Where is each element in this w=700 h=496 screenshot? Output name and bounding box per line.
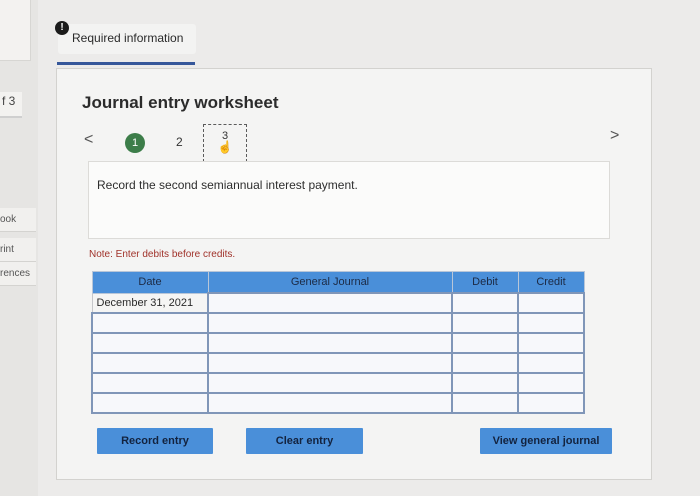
table-row xyxy=(91,352,585,374)
account-input[interactable] xyxy=(207,392,453,414)
sidebar-item-references[interactable]: rences xyxy=(0,262,36,286)
table-row xyxy=(91,392,585,414)
debit-input[interactable] xyxy=(451,352,519,374)
next-arrow-icon[interactable]: > xyxy=(610,127,619,145)
view-general-journal-button[interactable]: View general journal xyxy=(480,428,612,454)
table-row xyxy=(91,312,585,334)
step-1-button[interactable]: 1 xyxy=(125,133,145,153)
pointer-hand-icon: ☝ xyxy=(217,140,233,154)
sidebar-question-number[interactable]: f 3 xyxy=(0,92,22,118)
step-3-button[interactable]: 3 ☝ xyxy=(203,124,247,162)
account-input[interactable] xyxy=(207,332,453,354)
column-header-general-journal: General Journal xyxy=(207,271,453,294)
credit-input[interactable] xyxy=(517,292,585,314)
table-row xyxy=(91,332,585,354)
date-cell xyxy=(91,312,209,334)
step-2-button[interactable]: 2 xyxy=(176,135,183,149)
instruction-text: Record the second semiannual interest pa… xyxy=(97,178,358,192)
date-cell xyxy=(91,332,209,354)
debit-input[interactable] xyxy=(451,292,519,314)
alert-icon: ! xyxy=(55,21,69,35)
page-title: Journal entry worksheet xyxy=(82,93,279,112)
sidebar-item-ebook[interactable]: ook xyxy=(0,208,36,232)
instruction-box xyxy=(88,161,610,239)
sidebar-top-box xyxy=(0,0,31,61)
credit-input[interactable] xyxy=(517,352,585,374)
credit-input[interactable] xyxy=(517,372,585,394)
debit-input[interactable] xyxy=(451,332,519,354)
date-cell xyxy=(91,372,209,394)
debit-input[interactable] xyxy=(451,392,519,414)
credit-input[interactable] xyxy=(517,392,585,414)
column-header-credit: Credit xyxy=(517,271,585,294)
required-information-label[interactable]: Required information xyxy=(72,31,183,45)
account-input[interactable] xyxy=(207,292,453,314)
tab-active-indicator xyxy=(57,62,195,65)
sidebar-item-print[interactable]: rint xyxy=(0,238,36,262)
table-header-row: Date General Journal Debit Credit xyxy=(91,271,585,294)
account-input[interactable] xyxy=(207,312,453,334)
table-row xyxy=(91,372,585,394)
journal-table: Date General Journal Debit Credit Decemb… xyxy=(91,271,585,414)
table-row: December 31, 2021 xyxy=(91,292,585,314)
date-cell: December 31, 2021 xyxy=(91,292,209,314)
credit-input[interactable] xyxy=(517,332,585,354)
clear-entry-button[interactable]: Clear entry xyxy=(246,428,363,454)
debit-input[interactable] xyxy=(451,372,519,394)
column-header-date: Date xyxy=(91,271,209,294)
column-header-debit: Debit xyxy=(451,271,519,294)
record-entry-button[interactable]: Record entry xyxy=(97,428,213,454)
date-cell xyxy=(91,352,209,374)
prev-arrow-icon[interactable]: < xyxy=(84,131,93,149)
account-input[interactable] xyxy=(207,352,453,374)
credit-input[interactable] xyxy=(517,312,585,334)
note-text: Note: Enter debits before credits. xyxy=(89,249,236,260)
date-cell xyxy=(91,392,209,414)
account-input[interactable] xyxy=(207,372,453,394)
debit-input[interactable] xyxy=(451,312,519,334)
